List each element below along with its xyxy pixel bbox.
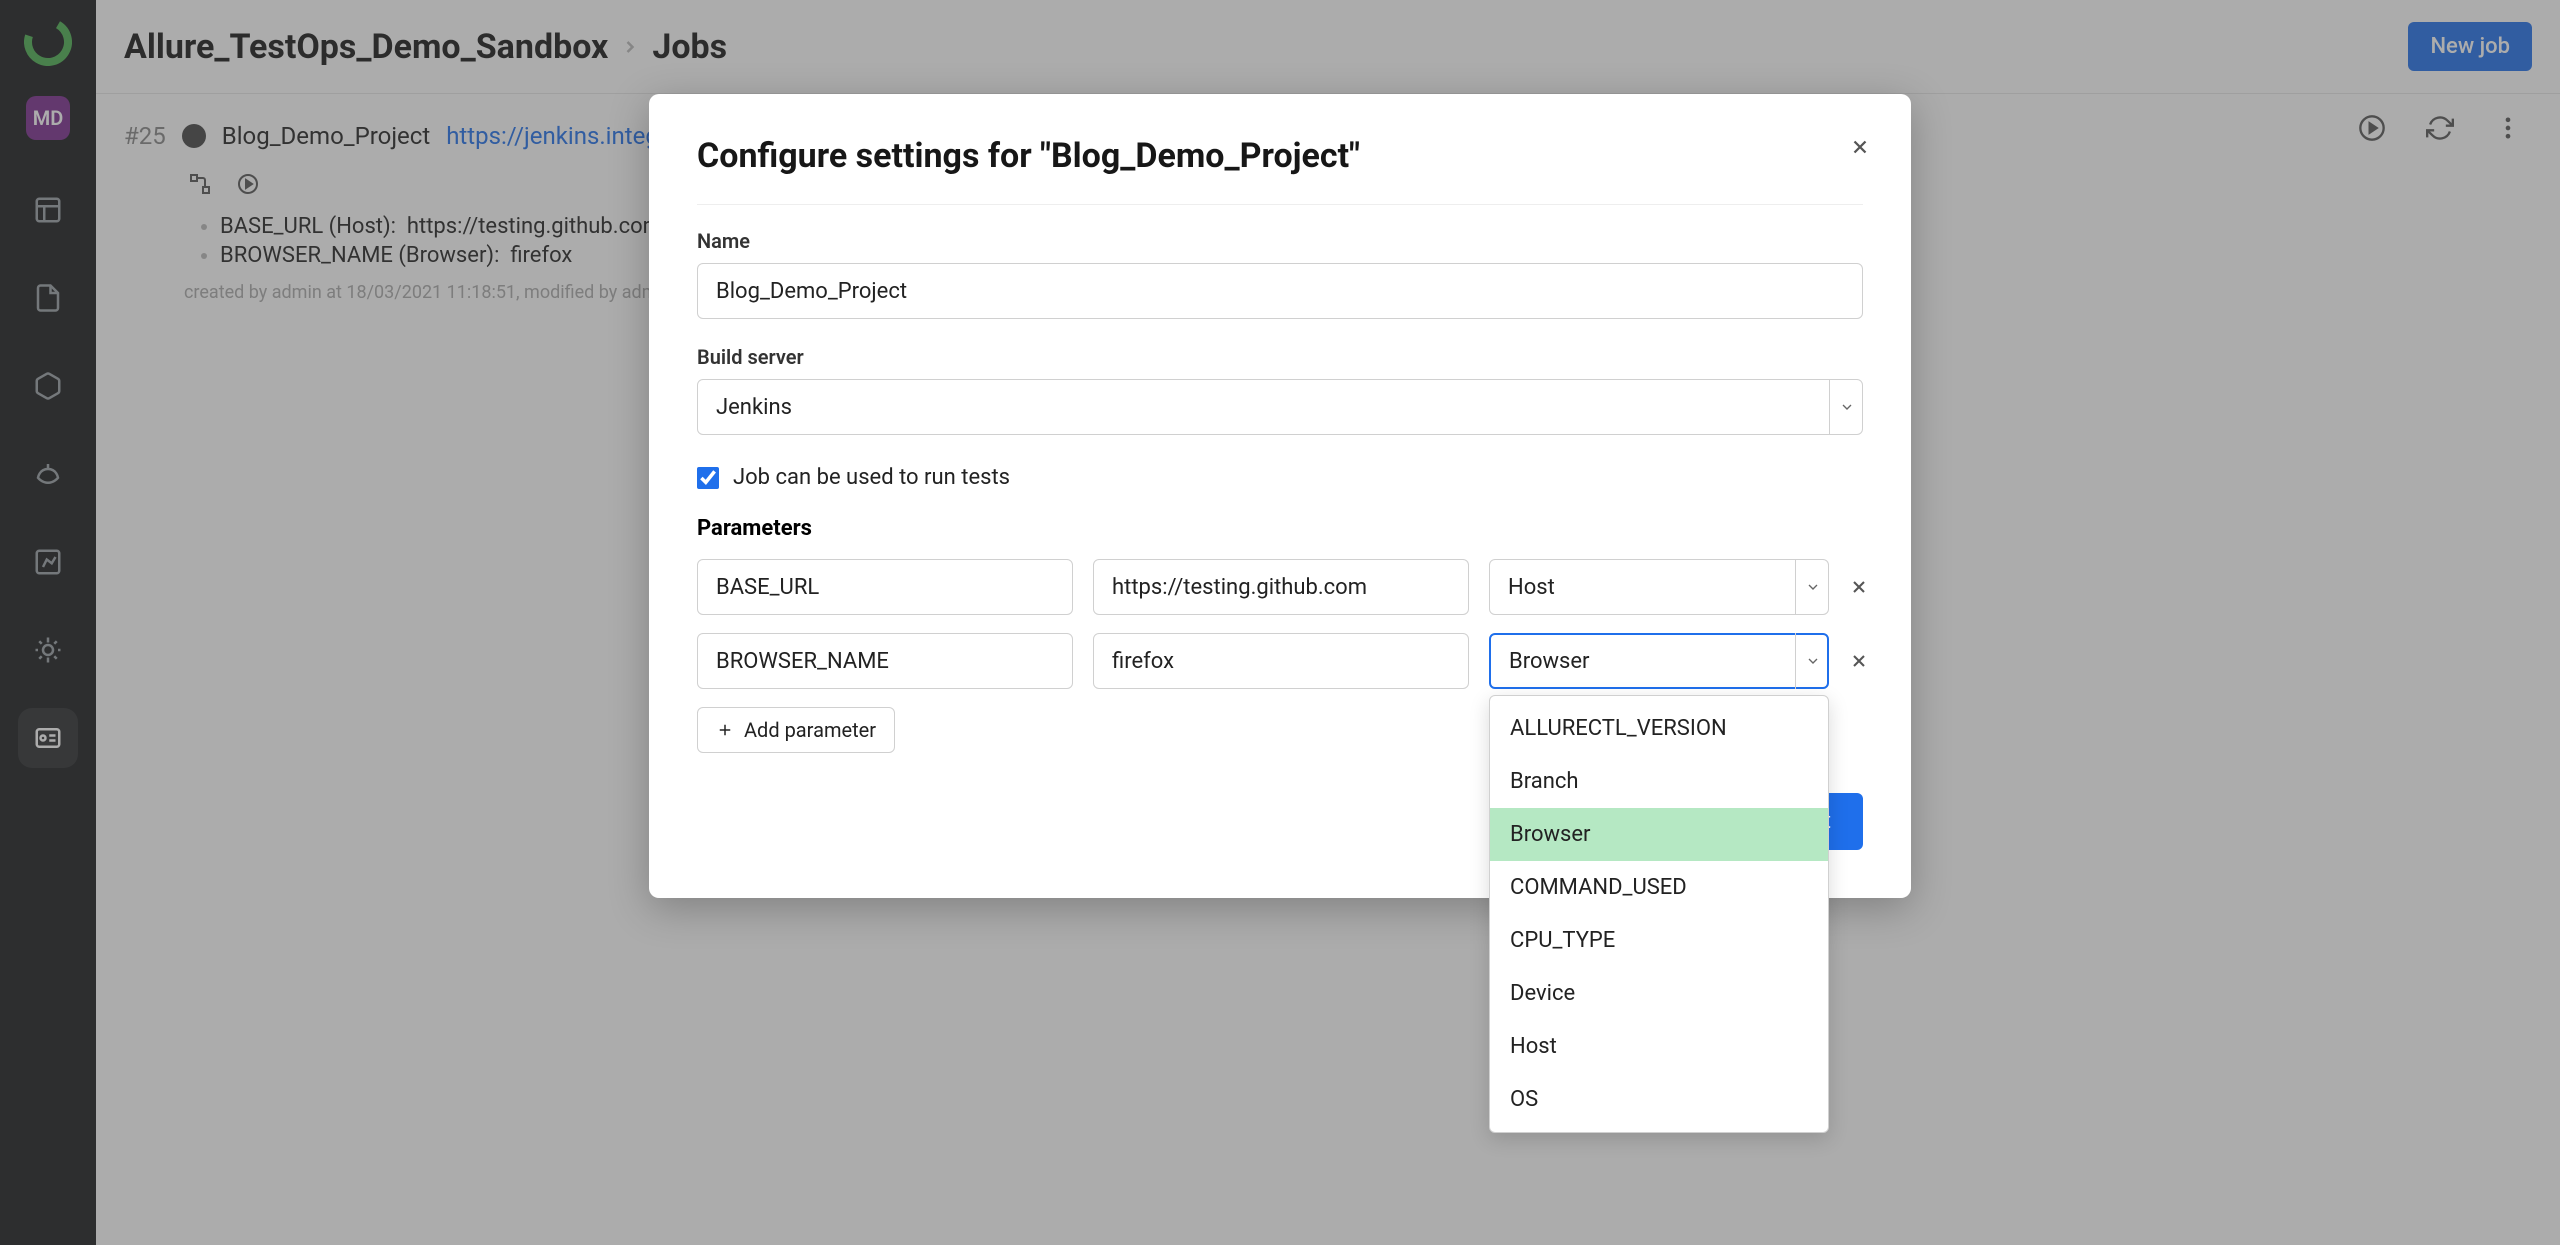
param-type-select[interactable]	[1489, 559, 1829, 615]
run-tests-checkbox[interactable]	[697, 467, 719, 489]
add-parameter-button[interactable]: Add parameter	[697, 707, 895, 753]
remove-param-icon[interactable]	[1849, 641, 1869, 681]
dropdown-option[interactable]: OS	[1490, 1073, 1828, 1126]
dropdown-option[interactable]: CPU_TYPE	[1490, 914, 1828, 967]
name-input[interactable]	[697, 263, 1863, 319]
parameter-row: ALLURECTL_VERSIONBranchBrowserCOMMAND_US…	[697, 633, 1863, 689]
dropdown-option[interactable]: Device	[1490, 967, 1828, 1020]
build-server-label: Build server	[697, 345, 1863, 369]
remove-param-icon[interactable]	[1849, 567, 1869, 607]
param-name-input[interactable]	[697, 559, 1073, 615]
configure-job-modal: Configure settings for "Blog_Demo_Projec…	[649, 94, 1911, 898]
dropdown-option[interactable]: Host	[1490, 1020, 1828, 1073]
dropdown-option[interactable]: ALLURECTL_VERSION	[1490, 702, 1828, 755]
modal-title: Configure settings for "Blog_Demo_Projec…	[697, 136, 1863, 176]
dropdown-option[interactable]: COMMAND_USED	[1490, 861, 1828, 914]
parameter-row	[697, 559, 1863, 615]
name-label: Name	[697, 229, 1863, 253]
param-type-dropdown: ALLURECTL_VERSIONBranchBrowserCOMMAND_US…	[1489, 695, 1829, 1133]
parameters-title: Parameters	[697, 516, 1863, 541]
build-server-select[interactable]	[697, 379, 1863, 435]
close-icon[interactable]	[1843, 130, 1877, 164]
param-value-input[interactable]	[1093, 559, 1469, 615]
modal-overlay[interactable]: Configure settings for "Blog_Demo_Projec…	[0, 0, 2560, 1245]
dropdown-option[interactable]: Browser	[1490, 808, 1828, 861]
add-parameter-label: Add parameter	[744, 718, 876, 742]
run-tests-checkbox-label: Job can be used to run tests	[733, 465, 1010, 490]
dropdown-option[interactable]: Branch	[1490, 755, 1828, 808]
param-type-select[interactable]	[1489, 633, 1829, 689]
param-name-input[interactable]	[697, 633, 1073, 689]
param-value-input[interactable]	[1093, 633, 1469, 689]
